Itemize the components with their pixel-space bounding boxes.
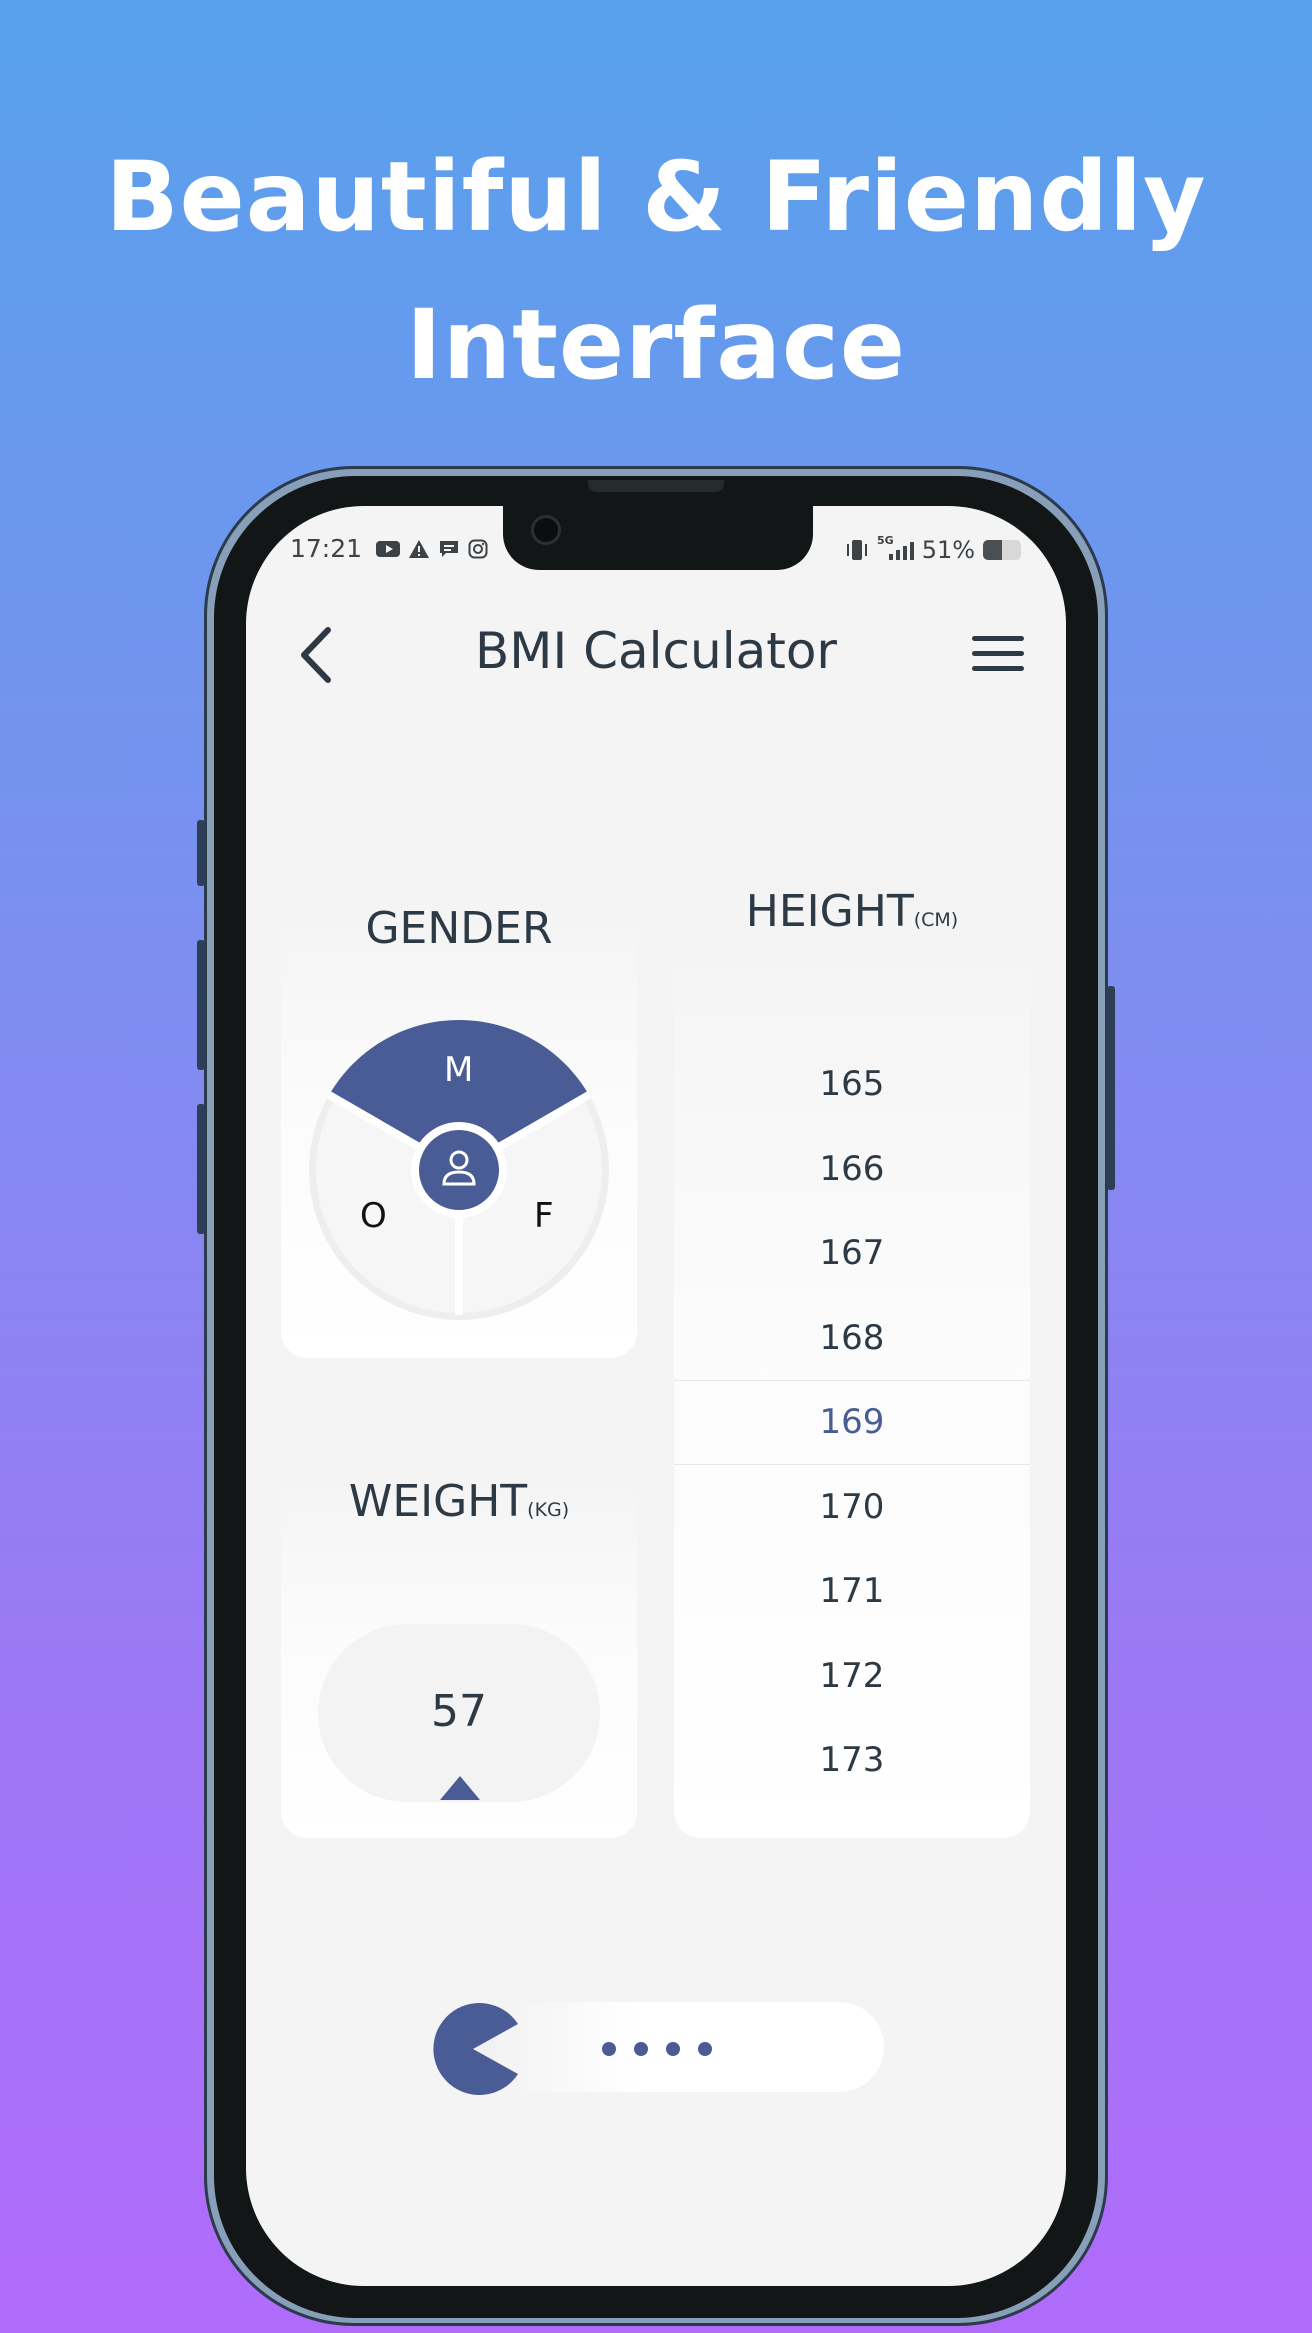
selection-line-bottom bbox=[674, 1464, 1030, 1465]
height-option[interactable]: 172 bbox=[674, 1656, 1030, 1696]
gender-title: GENDER bbox=[365, 903, 553, 954]
page-title: BMI Calculator bbox=[475, 622, 837, 680]
weight-pointer-icon bbox=[440, 1776, 480, 1800]
height-option-selected[interactable]: 169 bbox=[674, 1402, 1030, 1442]
height-unit: (CM) bbox=[913, 909, 959, 931]
gender-label-f[interactable]: F bbox=[534, 1196, 554, 1236]
warning-icon bbox=[409, 539, 430, 558]
status-bar-right: 5G 51% bbox=[845, 533, 1022, 564]
weight-title: WEIGHT(KG) bbox=[348, 1476, 570, 1527]
user-icon-badge bbox=[419, 1130, 499, 1210]
front-camera bbox=[531, 515, 561, 545]
pacman-icon bbox=[433, 2003, 518, 2095]
weight-unit: (KG) bbox=[527, 1499, 570, 1521]
slider-handle[interactable] bbox=[426, 2002, 520, 2096]
battery-icon bbox=[983, 540, 1022, 560]
youtube-icon bbox=[376, 540, 401, 557]
gender-label-o[interactable]: O bbox=[360, 1196, 387, 1236]
chevron-left-icon bbox=[301, 627, 331, 683]
weight-value: 57 bbox=[431, 1686, 487, 1737]
height-title: HEIGHT(CM) bbox=[745, 886, 959, 937]
promo-title-line-1: Beautiful & Friendly bbox=[105, 141, 1207, 253]
height-option[interactable]: 171 bbox=[674, 1571, 1030, 1611]
phone-side-button-volume-down bbox=[197, 1104, 205, 1234]
height-option[interactable]: 168 bbox=[674, 1318, 1030, 1358]
selection-line-top bbox=[674, 1380, 1030, 1381]
network-type: 5G bbox=[877, 533, 894, 547]
slider-dot bbox=[698, 2042, 712, 2056]
chat-icon bbox=[440, 540, 459, 557]
height-option[interactable]: 165 bbox=[674, 1064, 1030, 1104]
phone-speaker bbox=[588, 480, 724, 492]
phone-side-button-power bbox=[1107, 986, 1115, 1190]
status-bar-left: 17:21 bbox=[290, 534, 488, 563]
height-option[interactable]: 166 bbox=[674, 1149, 1030, 1189]
vibrate-icon bbox=[847, 540, 867, 560]
height-option[interactable]: 173 bbox=[674, 1740, 1030, 1780]
instagram-icon bbox=[468, 539, 488, 558]
back-button[interactable] bbox=[294, 622, 340, 688]
hamburger-menu-icon bbox=[972, 636, 1024, 641]
menu-button[interactable] bbox=[972, 636, 1024, 676]
phone-side-button-volume-up bbox=[197, 940, 205, 1070]
height-option[interactable]: 167 bbox=[674, 1233, 1030, 1273]
slider-dots bbox=[602, 2042, 712, 2056]
slider-dot bbox=[602, 2042, 616, 2056]
slider-dot bbox=[634, 2042, 648, 2056]
phone-side-button-silent bbox=[197, 820, 205, 886]
gender-label-m[interactable]: M bbox=[444, 1050, 473, 1090]
battery-percent: 51% bbox=[921, 536, 976, 564]
slider-dot bbox=[666, 2042, 680, 2056]
status-time: 17:21 bbox=[290, 534, 363, 563]
promo-title-line-2: Interface bbox=[406, 289, 906, 401]
height-option[interactable]: 170 bbox=[674, 1487, 1030, 1527]
